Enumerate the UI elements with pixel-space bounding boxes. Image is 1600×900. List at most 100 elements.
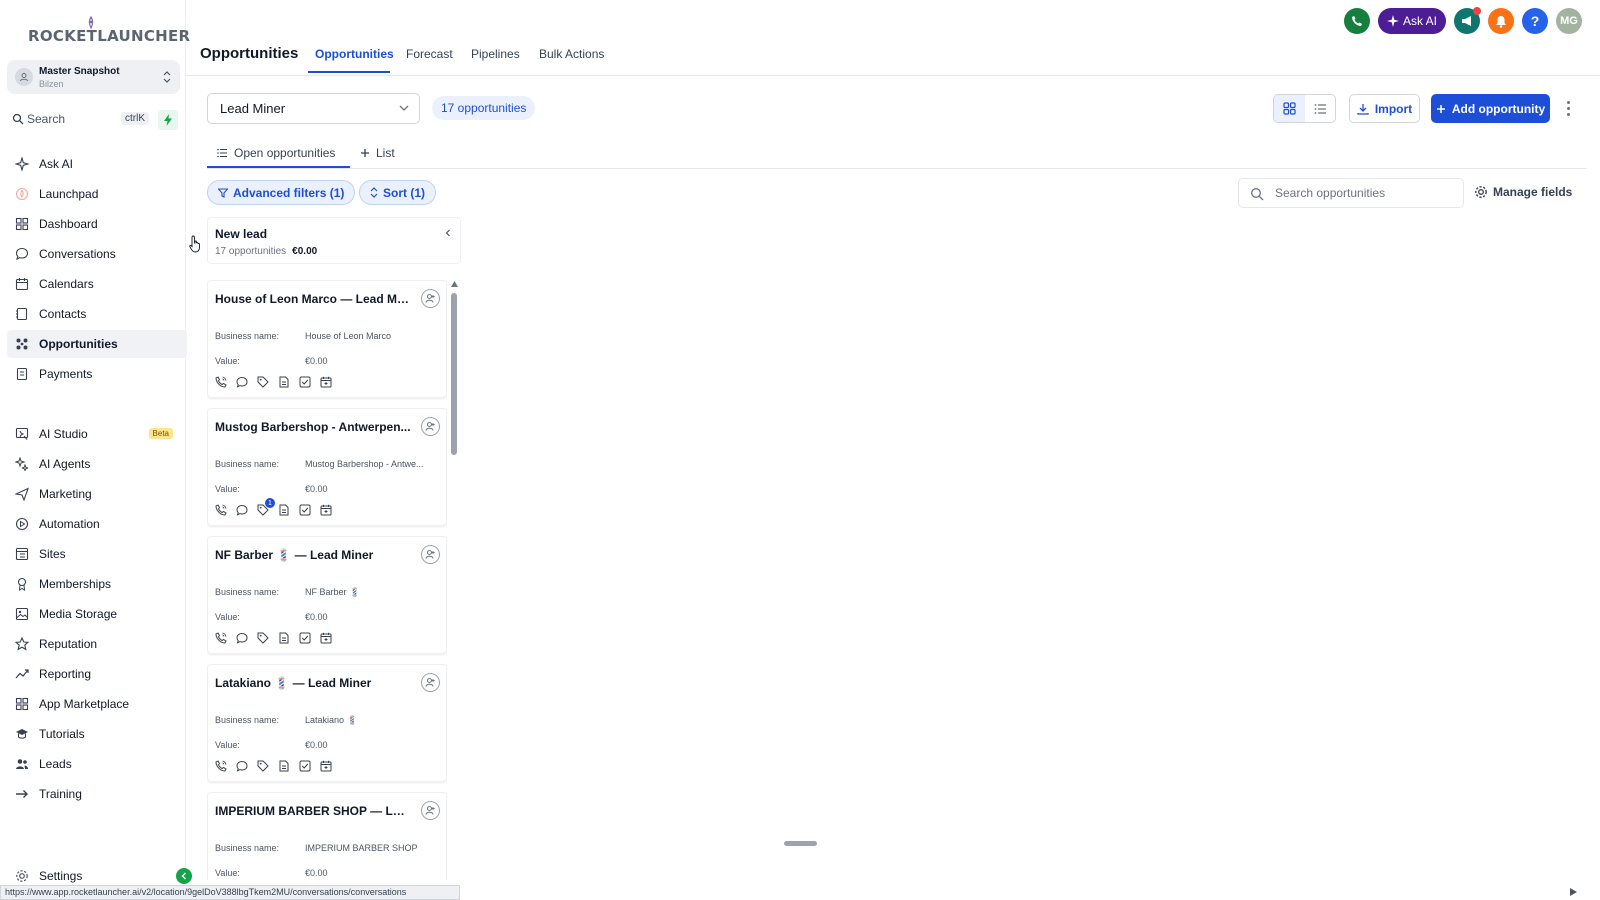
tab-opportunities[interactable]: Opportunities [315,47,394,61]
column-scrollbar[interactable] [451,293,457,455]
list-view-button[interactable] [1305,95,1336,122]
sidebar-item-conversations[interactable]: Conversations [7,240,187,268]
tab-pipelines[interactable]: Pipelines [471,47,520,61]
announcements-button[interactable] [1454,7,1481,34]
ask-ai-button[interactable]: Ask AI [1378,8,1446,34]
sidebar-item-reputation[interactable]: Reputation [7,630,187,658]
opportunity-title: NF Barber 💈 — Lead Miner [215,548,374,562]
sidebar-item-calendars[interactable]: Calendars [7,270,187,298]
tab-forecast[interactable]: Forecast [406,47,453,61]
task-icon[interactable] [299,504,311,516]
account-switcher[interactable]: Master Snapshot Bilzen [7,60,180,94]
brand-logo[interactable]: ROCKETLAUNCHER [28,16,190,46]
appointment-icon[interactable] [320,504,332,516]
sort-button[interactable]: Sort (1) [359,180,436,205]
sidebar-item-tutorials[interactable]: Tutorials [7,720,187,748]
task-icon[interactable] [299,632,311,644]
sidebar-item-launchpad[interactable]: Launchpad [7,180,187,208]
collapse-sidebar-button[interactable] [176,868,192,884]
assign-user-button[interactable] [421,673,440,692]
notifications-button[interactable] [1488,8,1514,34]
opportunity-card[interactable]: IMPERIUM BARBER SHOP — Lead... Business n… [207,792,447,880]
note-icon[interactable] [278,504,290,516]
megaphone-icon [1461,16,1471,26]
sidebar-item-marketing[interactable]: Marketing [7,480,187,508]
sidebar-item-contacts[interactable]: Contacts [7,300,187,328]
assign-user-button[interactable] [421,417,440,436]
phone-icon[interactable] [215,376,227,388]
user-avatar[interactable]: MG [1556,8,1582,34]
sidebar-item-automation[interactable]: Automation [7,510,187,538]
opportunity-card[interactable]: NF Barber 💈 — Lead Miner Business name: NF… [207,536,447,654]
tag-icon[interactable]: 1 [257,498,275,516]
search-opportunities-input[interactable] [1275,186,1455,200]
sidebar-item-sites[interactable]: Sites [7,540,187,568]
import-button[interactable]: Import [1349,94,1420,123]
appointment-icon[interactable] [320,376,332,388]
pipeline-select[interactable]: Lead Miner [207,93,420,124]
users-icon [14,756,30,772]
tag-icon[interactable] [257,760,269,772]
message-icon[interactable] [236,376,248,388]
note-icon[interactable] [278,760,290,772]
task-icon[interactable] [299,760,311,772]
sidebar-item-opportunities[interactable]: Opportunities [7,330,187,358]
sidebar-item-label: Automation [39,517,100,531]
chevron-left-icon[interactable] [444,228,452,238]
image-icon [14,606,30,622]
sidebar-item-media-storage[interactable]: Media Storage [7,600,187,628]
phone-button[interactable] [1344,8,1370,34]
phone-icon[interactable] [215,504,227,516]
phone-icon[interactable] [215,632,227,644]
tag-icon[interactable] [257,632,269,644]
business-name-value: Latakiano 💈 [305,715,358,725]
stage-count: 17 opportunities [215,246,287,257]
grid-icon [14,216,30,232]
sidebar-item-ai-studio[interactable]: AI Studio Beta [7,420,187,448]
sidebar-item-payments[interactable]: Payments [7,360,187,388]
opportunity-title: IMPERIUM BARBER SHOP — Lead... [215,804,411,818]
note-icon[interactable] [278,376,290,388]
tag-icon[interactable] [257,376,269,388]
download-icon [1357,103,1369,115]
task-icon[interactable] [299,376,311,388]
sidebar-item-memberships[interactable]: Memberships [7,570,187,598]
chevron-down-icon [399,105,409,111]
manage-fields-button[interactable]: Manage fields [1474,185,1572,199]
sidebar-item-app-marketplace[interactable]: App Marketplace [7,690,187,718]
sidebar-item-ask-ai[interactable]: Ask AI [7,150,187,178]
assign-user-button[interactable] [421,289,440,308]
opportunity-card[interactable]: Latakiano 💈 — Lead Miner Business name: La… [207,664,447,782]
sidebar-item-leads[interactable]: Leads [7,750,187,778]
message-icon[interactable] [236,632,248,644]
sidebar-search[interactable]: Search ctrlK [7,108,151,130]
sidebar-item-label: Sites [39,547,66,561]
add-list-tab[interactable]: List [360,146,395,160]
assign-user-button[interactable] [421,801,440,820]
opportunity-card[interactable]: House of Leon Marco — Lead Miner Business… [207,280,447,398]
add-opportunity-button[interactable]: Add opportunity [1431,94,1550,123]
appointment-icon[interactable] [320,632,332,644]
phone-icon[interactable] [215,760,227,772]
sidebar-item-reporting[interactable]: Reporting [7,660,187,688]
opportunity-card[interactable]: Mustog Barbershop - Antwerpen... Business… [207,408,447,526]
sidebar-item-ai-agents[interactable]: AI Agents [7,450,187,478]
message-icon[interactable] [236,504,248,516]
advanced-filters-button[interactable]: Advanced filters (1) [207,180,356,205]
tab-bulk-actions[interactable]: Bulk Actions [539,47,604,61]
board-horizontal-scrollbar[interactable] [784,841,817,846]
note-icon[interactable] [278,632,290,644]
quick-action-button[interactable] [158,110,178,130]
more-options-button[interactable] [1561,98,1575,118]
sidebar-item-training[interactable]: Training [7,780,187,808]
card-actions [215,376,332,388]
assign-user-button[interactable] [421,545,440,564]
message-icon[interactable] [236,760,248,772]
help-button[interactable]: ? [1522,8,1548,34]
sidebar-item-dashboard[interactable]: Dashboard [7,210,187,238]
board-view-button[interactable] [1274,95,1305,122]
tab-open-opportunities[interactable]: Open opportunities [217,146,335,160]
scroll-up-arrow-icon[interactable] [451,281,458,287]
appointment-icon[interactable] [320,760,332,772]
top-bar: Opportunities Opportunities Forecast Pip… [186,0,1600,76]
